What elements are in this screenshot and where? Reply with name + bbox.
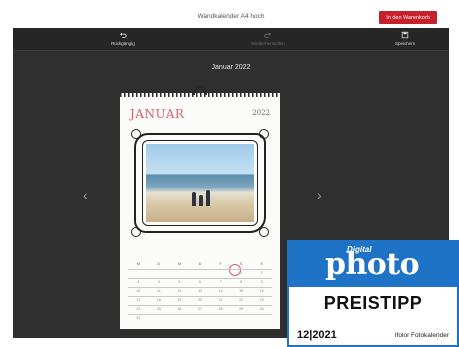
frame-corner-swirl (259, 129, 269, 139)
page-title: Januar 2022 (211, 64, 251, 71)
day-cell: 7 (219, 279, 222, 284)
day-cell: 25 (156, 306, 161, 311)
next-page-arrow[interactable]: › (317, 188, 322, 202)
day-cell: 20 (198, 297, 202, 302)
week-row: 3 4 5 6 7 8 9 (128, 280, 272, 284)
beach-photo[interactable] (146, 144, 254, 222)
weekday-header: M D M D F S S (128, 261, 272, 266)
frame-corner-swirl (131, 129, 141, 139)
save-icon (401, 31, 409, 39)
calendar-hanger (193, 86, 207, 95)
magazine-prefix: Digital (347, 245, 372, 254)
award-badge: photo Digital PREISTIPP 12|2021 Ifolor F… (287, 240, 459, 347)
week-row: 24 25 26 27 28 29 30 (128, 307, 272, 311)
weekday-label: D (157, 261, 161, 266)
award-category: Ifolor Fotokalender (394, 332, 449, 339)
weekday-label: S (260, 261, 264, 266)
redo-label: Wiederherstellen (251, 41, 285, 46)
day-cell: 2 (260, 270, 263, 275)
magazine-logo: photo Digital (289, 242, 457, 287)
day-cell (149, 316, 170, 320)
week-row: 17 18 19 20 21 22 23 (128, 298, 272, 302)
frame-corner-swirl (259, 227, 269, 237)
day-cell: 18 (156, 297, 161, 302)
day-cell: 11 (157, 288, 161, 293)
day-cell (231, 316, 252, 320)
top-bar: Wandkalender A4 hoch In den Warenkorb (13, 8, 449, 29)
day-cell: 9 (260, 279, 263, 284)
photo-person (192, 192, 196, 206)
calendar-month-title: JANUAR (130, 107, 185, 121)
day-cell: 24 (136, 306, 141, 311)
week-row: 31 (128, 316, 272, 320)
undo-icon (119, 32, 127, 38)
day-cell (210, 271, 231, 275)
day-cell: 6 (199, 279, 201, 284)
day-cell: 26 (177, 306, 182, 311)
day-cell: 3 (137, 279, 140, 284)
weekday-label: M (177, 261, 182, 266)
day-cell: 13 (198, 288, 202, 293)
day-cell (251, 316, 272, 320)
add-to-cart-button[interactable]: In den Warenkorb (379, 11, 437, 24)
day-cell: 10 (136, 288, 141, 293)
weekday-label: D (198, 261, 202, 266)
day-cell: 30 (259, 306, 264, 311)
previous-page-arrow[interactable]: ‹ (83, 188, 88, 202)
day-cell: 8 (240, 279, 243, 284)
weekday-label: F (219, 261, 222, 266)
day-cell: 5 (178, 279, 181, 284)
redo-icon (264, 32, 271, 38)
award-title: PREISTIPP (323, 293, 423, 313)
weekday-label: M (136, 261, 140, 266)
day-cell: 14 (218, 288, 223, 293)
day-cell: 22 (239, 297, 244, 302)
calendar-year: 2022 (252, 109, 270, 117)
save-button[interactable]: Speichern (395, 31, 415, 46)
editor-toolbar: Rückgängig Wiederherstellen Speichern (13, 28, 449, 51)
day-cell: 16 (259, 288, 264, 293)
day-cell: 1 (240, 270, 243, 275)
week-row: 10 11 12 13 14 15 16 (128, 289, 272, 293)
day-cell: 19 (177, 297, 182, 302)
day-cell (149, 271, 170, 275)
day-cell (128, 271, 149, 275)
magazine-name: photo (325, 247, 420, 282)
day-cell: 27 (198, 306, 202, 311)
award-issue: 12|2021 (297, 329, 337, 341)
calendar-preview[interactable]: JANUAR 2022 M D M D F S S 1 2 3 4 5 6 7 … (120, 86, 280, 329)
week-row: 12 (128, 271, 272, 275)
day-cell: 28 (218, 306, 223, 311)
photo-frame[interactable] (131, 129, 269, 237)
day-cell: 4 (157, 279, 160, 284)
day-cell (169, 271, 190, 275)
day-cell: 12 (177, 288, 182, 293)
day-cell: 31 (136, 315, 141, 320)
day-cell: 17 (136, 297, 141, 302)
photo-person (199, 195, 203, 206)
day-cell (210, 316, 231, 320)
day-cell (190, 271, 211, 275)
day-cell: 15 (239, 288, 244, 293)
day-cell: 23 (259, 297, 264, 302)
redo-button[interactable]: Wiederherstellen (251, 31, 285, 46)
day-cell: 21 (218, 297, 223, 302)
frame-corner-swirl (131, 227, 141, 237)
day-cell (169, 316, 190, 320)
day-cell: 29 (239, 306, 244, 311)
photo-person (206, 190, 210, 206)
day-cell (190, 316, 211, 320)
save-label: Speichern (395, 41, 416, 46)
undo-label: Rückgängig (111, 41, 135, 46)
calendar-grid: M D M D F S S 1 2 3 4 5 6 7 8 9 10 11 12 13 14 15 16 17 1… (128, 261, 272, 323)
undo-button[interactable]: Rückgängig (111, 31, 135, 46)
